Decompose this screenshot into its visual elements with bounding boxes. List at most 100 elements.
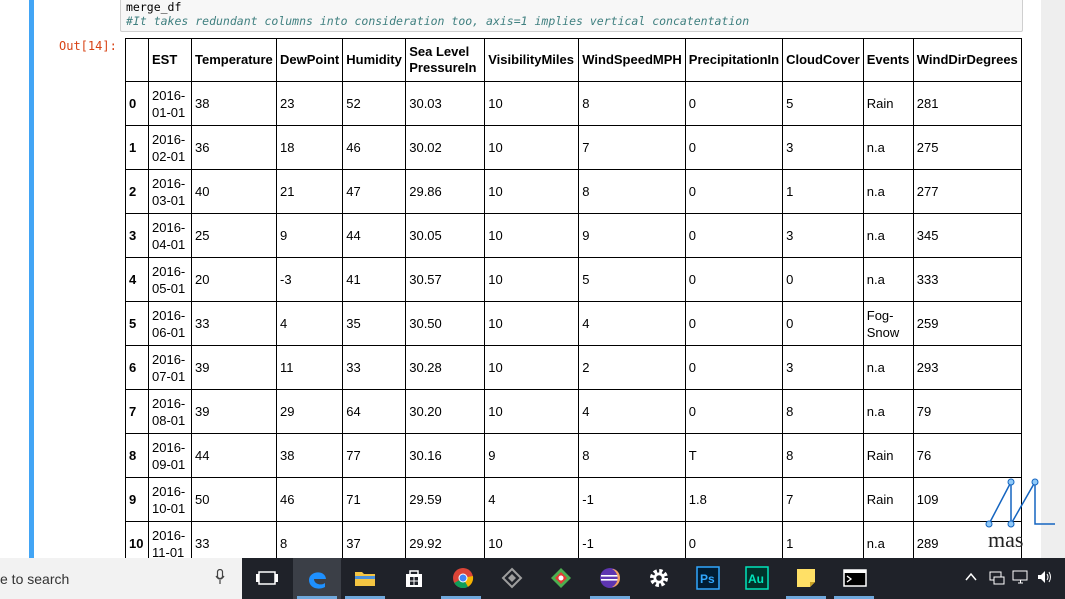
column-header: PrecipitationIn	[684, 38, 784, 82]
table-cell: 4	[578, 301, 686, 346]
table-cell: 0	[684, 125, 784, 170]
table-cell: 333	[912, 257, 1022, 302]
table-cell: n.a	[862, 521, 914, 558]
output-prompt: Out[14]:	[59, 39, 117, 53]
table-cell: 345	[912, 213, 1022, 258]
table-cell: 2	[578, 345, 686, 390]
table-cell: 10	[484, 213, 580, 258]
table-cell: 5	[782, 81, 864, 126]
volume-icon[interactable]	[1036, 568, 1054, 586]
table-row: 6 2016-07-01 39 11 33 30.28 10 2 0 3 n.a 293	[125, 345, 1022, 390]
table-cell: 2016-06-01	[148, 301, 192, 346]
table-cell: 0	[684, 345, 784, 390]
table-cell: 38	[191, 81, 277, 126]
task-view-icon[interactable]	[255, 566, 279, 590]
table-cell: 2016-07-01	[148, 345, 192, 390]
table-cell: 29.86	[405, 169, 486, 214]
row-index: 6	[125, 345, 149, 390]
table-row: 9 2016-10-01 50 46 71 29.59 4 -1 1.8 7 Rain 109	[125, 477, 1022, 522]
table-cell: 71	[342, 477, 407, 522]
table-cell: 8	[578, 169, 686, 214]
table-cell: 4	[578, 389, 686, 434]
table-row: 0 2016-01-01 38 23 52 30.03 10 8 0 5 Rain 281	[125, 81, 1022, 126]
table-cell: 50	[191, 477, 277, 522]
column-header: Events	[862, 38, 914, 82]
column-header: WindDirDegrees	[912, 38, 1022, 82]
table-cell: 1	[782, 169, 864, 214]
code-line: merge_df	[126, 0, 182, 14]
table-cell: 4	[484, 477, 580, 522]
table-cell: 30.05	[405, 213, 486, 258]
table-cell: n.a	[862, 257, 914, 302]
sticky-notes-icon[interactable]	[794, 566, 818, 590]
table-cell: 0	[684, 521, 784, 558]
table-cell: 30.20	[405, 389, 486, 434]
table-cell: 10	[484, 169, 580, 214]
edge-icon[interactable]	[305, 566, 329, 590]
terminal-icon[interactable]	[843, 566, 867, 590]
table-row: 5 2016-06-01 33 4 35 30.50 10 4 0 0 Fog-Snow 259	[125, 301, 1022, 346]
svg-text:Au: Au	[748, 572, 764, 586]
table-cell: 2016-03-01	[148, 169, 192, 214]
table-cell: 29.92	[405, 521, 486, 558]
table-row: 3 2016-04-01 25 9 44 30.05 10 9 0 3 n.a 345	[125, 213, 1022, 258]
table-cell: 293	[912, 345, 1022, 390]
table-row: 2 2016-03-01 40 21 47 29.86 10 8 0 1 n.a 277	[125, 169, 1022, 214]
network-icon[interactable]	[988, 568, 1006, 586]
chevron-up-icon[interactable]	[965, 572, 977, 582]
table-cell: 0	[684, 301, 784, 346]
table-cell: 23	[275, 81, 344, 126]
table-cell: 10	[484, 389, 580, 434]
table-cell: 0	[782, 257, 864, 302]
settings-icon[interactable]	[647, 566, 671, 590]
table-cell: 2016-09-01	[148, 433, 192, 478]
table-row: 8 2016-09-01 44 38 77 30.16 9 8 T 8 Rain 76	[125, 433, 1022, 478]
table-cell: 10	[484, 301, 580, 346]
table-cell: 0	[684, 389, 784, 434]
table-cell: 44	[191, 433, 277, 478]
column-header: DewPoint	[275, 38, 344, 82]
table-cell: 79	[912, 389, 1022, 434]
table-cell: n.a	[862, 389, 914, 434]
row-index: 3	[125, 213, 149, 258]
store-icon[interactable]	[402, 566, 426, 590]
column-header: Sea Level PressureIn	[405, 38, 486, 82]
chrome-icon[interactable]	[451, 566, 475, 590]
microphone-icon[interactable]	[215, 569, 225, 585]
file-explorer-icon[interactable]	[353, 566, 377, 590]
code-input-area[interactable]: merge_df #It takes redundant columns int…	[120, 0, 1023, 32]
table-cell: 2016-10-01	[148, 477, 192, 522]
row-index: 1	[125, 125, 149, 170]
table-cell: 76	[912, 433, 1022, 478]
display-icon[interactable]	[1012, 568, 1030, 586]
table-cell: 8	[275, 521, 344, 558]
table-cell: 281	[912, 81, 1022, 126]
table-cell: 0	[684, 169, 784, 214]
eclipse-icon[interactable]	[598, 566, 622, 590]
table-body: 0 2016-01-01 38 23 52 30.03 10 8 0 5 Rain 281 1 2016-…	[125, 81, 1022, 558]
table-cell: 44	[342, 213, 407, 258]
table-cell: 8	[578, 81, 686, 126]
row-index: 9	[125, 477, 149, 522]
table-cell: 20	[191, 257, 277, 302]
taskbar-search-box[interactable]: e to search	[0, 558, 242, 599]
table-cell: 10	[484, 521, 580, 558]
table-cell: 41	[342, 257, 407, 302]
photoshop-icon[interactable]: Ps	[696, 566, 720, 590]
table-cell: 10	[484, 125, 580, 170]
unity-icon[interactable]	[500, 566, 524, 590]
table-cell: 2016-05-01	[148, 257, 192, 302]
table-cell: 0	[684, 213, 784, 258]
table-cell: 38	[275, 433, 344, 478]
column-header: Humidity	[342, 38, 407, 82]
table-cell: 18	[275, 125, 344, 170]
table-cell: 2016-08-01	[148, 389, 192, 434]
gitkraken-icon[interactable]	[549, 566, 573, 590]
column-header: WindSpeedMPH	[578, 38, 686, 82]
table-cell: 277	[912, 169, 1022, 214]
audition-icon[interactable]: Au	[745, 566, 769, 590]
table-cell: 2016-02-01	[148, 125, 192, 170]
table-cell: 8	[578, 433, 686, 478]
table-cell: 39	[191, 389, 277, 434]
table-cell: n.a	[862, 125, 914, 170]
